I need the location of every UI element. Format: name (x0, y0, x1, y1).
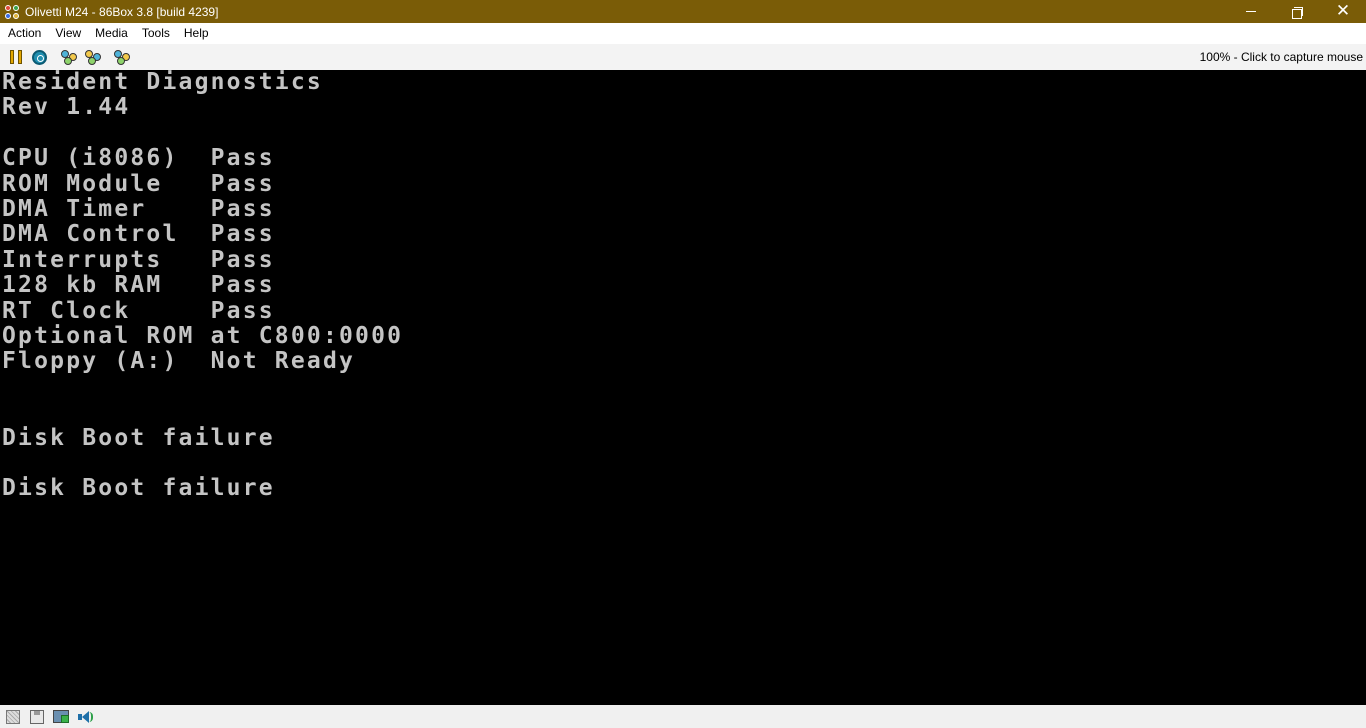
menu-help[interactable]: Help (177, 23, 216, 44)
screen-text-line: 128 kb RAM Pass (2, 272, 275, 299)
screen-text-line: RT Clock Pass (2, 297, 275, 324)
restore-icon (1292, 6, 1303, 19)
ctrl-alt-esc-icon (84, 49, 101, 65)
menu-view[interactable]: View (48, 23, 88, 44)
app-icon (5, 4, 19, 19)
screen-text-line: DMA Timer Pass (2, 196, 275, 222)
menu-bar: Action View Media Tools Help (0, 23, 1366, 44)
hard-reset-icon (32, 49, 47, 65)
pause-icon (9, 50, 22, 64)
settings-button[interactable] (110, 46, 133, 68)
screen-text-line: DMA Control Pass (2, 221, 275, 248)
screen-text-line: Disk Boot failure (2, 424, 275, 451)
screen-text-line: Optional ROM at C800:0000 (2, 323, 404, 349)
menu-tools[interactable]: Tools (135, 23, 177, 44)
network-icon (53, 710, 69, 723)
screen-text-line: Resident Diagnostics (2, 70, 323, 95)
toolbar: 100% - Click to capture mouse (0, 44, 1366, 70)
hard-reset-button[interactable] (28, 46, 51, 68)
sound-button[interactable] (74, 707, 96, 727)
minimize-button[interactable] (1228, 0, 1274, 23)
restore-button[interactable] (1274, 0, 1320, 23)
screen-text-line: Interrupts Pass (2, 246, 275, 273)
window-controls: ✕ (1228, 0, 1366, 23)
minimize-icon (1246, 11, 1256, 12)
title-bar[interactable]: Olivetti M24 - 86Box 3.8 [build 4239] ✕ (0, 0, 1366, 23)
settings-icon (113, 49, 130, 65)
ctrl-alt-esc-button[interactable] (81, 46, 104, 68)
cartridge-icon (6, 709, 20, 724)
pause-button[interactable] (4, 46, 27, 68)
network-button[interactable] (50, 707, 72, 727)
status-bar (0, 705, 1366, 728)
screen-text-line: Disk Boot failure (2, 475, 275, 502)
floppy-drive-button[interactable] (26, 707, 48, 727)
ctrl-alt-del-icon (60, 49, 77, 65)
emulator-screen[interactable]: Resident Diagnostics Rev 1.44 CPU (i8086) … (0, 70, 1366, 705)
screen-text-line: ROM Module Pass (2, 170, 275, 197)
close-button[interactable]: ✕ (1320, 0, 1366, 23)
floppy-drive-icon (30, 709, 44, 724)
menu-media[interactable]: Media (88, 23, 135, 44)
screen-text-line: Floppy (A:) Not Ready (2, 348, 356, 375)
close-icon: ✕ (1335, 1, 1351, 21)
menu-action[interactable]: Action (1, 23, 48, 44)
window-title: Olivetti M24 - 86Box 3.8 [build 4239] (25, 4, 219, 19)
screen-text-line: CPU (i8086) Pass (2, 145, 275, 172)
sound-icon (77, 709, 93, 725)
ctrl-alt-del-button[interactable] (57, 46, 80, 68)
cartridge-button[interactable] (2, 707, 24, 727)
mouse-capture-status[interactable]: 100% - Click to capture mouse (1200, 44, 1363, 70)
screen-text-line: Rev 1.44 (2, 94, 131, 121)
